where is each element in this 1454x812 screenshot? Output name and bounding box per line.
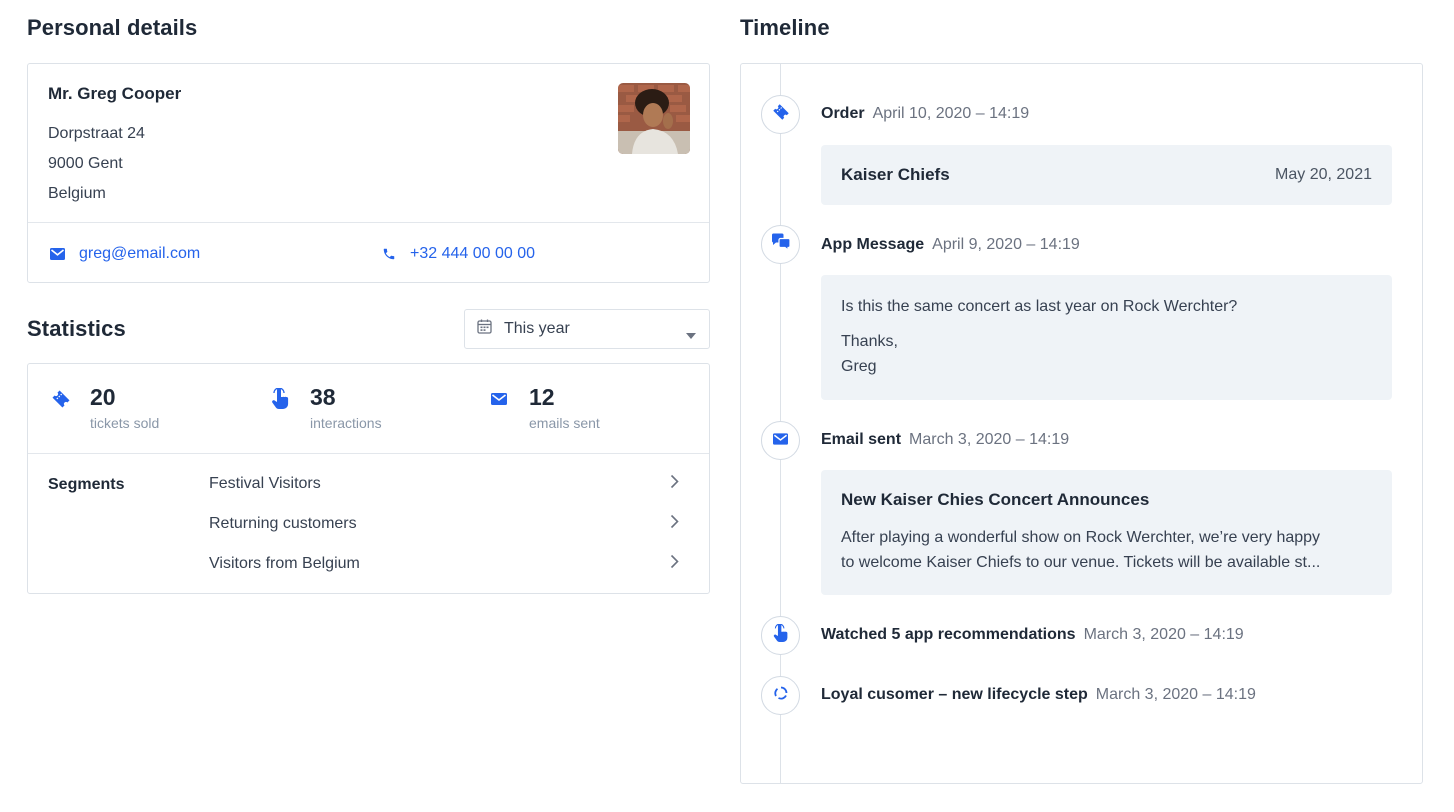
address-street: Dorpstraat 24 <box>48 125 145 142</box>
statistics-card: 20 tickets sold 38 interactions 12 email… <box>27 363 710 594</box>
email-subject: New Kaiser Chies Concert Announces <box>841 490 1150 509</box>
timeline-title: Timeline <box>740 15 830 40</box>
period-select[interactable]: This year <box>464 309 710 349</box>
timeline-node <box>761 616 800 655</box>
event-kind: Order <box>821 105 865 122</box>
stat-value: 38 <box>310 384 336 410</box>
segment-label: Returning customers <box>209 515 357 532</box>
period-value: This year <box>504 320 570 337</box>
tap-icon <box>772 623 789 648</box>
timeline-event-email: Email sent March 3, 2020 – 14:19 <box>821 431 1069 449</box>
timeline-event-lifecycle: Loyal cusomer – new lifecycle step March … <box>821 686 1256 704</box>
tap-icon <box>270 387 290 415</box>
message-line: Thanks, <box>841 333 898 350</box>
event-date: March 3, 2020 – 14:19 <box>1095 686 1256 703</box>
timeline-node <box>761 225 800 264</box>
event-kind: Email sent <box>821 431 902 448</box>
stat-caption: tickets sold <box>90 415 160 431</box>
chevron-right-icon <box>670 514 679 534</box>
stat-value: 20 <box>90 384 116 410</box>
message-line: Greg <box>841 358 877 375</box>
phone-icon <box>382 247 396 261</box>
address-country: Belgium <box>48 185 106 202</box>
mail-icon <box>773 432 788 450</box>
stat-caption: interactions <box>310 415 382 431</box>
segments-title: Segments <box>48 476 125 493</box>
event-date: March 3, 2020 – 14:19 <box>1083 626 1244 643</box>
segment-label: Festival Visitors <box>209 475 321 492</box>
email-box[interactable]: New Kaiser Chies Concert Announces After… <box>821 470 1392 595</box>
timeline-event-order: Order April 10, 2020 – 14:19 <box>821 105 1029 123</box>
calendar-icon <box>477 319 492 339</box>
personal-details-card: Mr. Greg Cooper Dorpstraat 24 9000 Gent … <box>27 63 710 283</box>
chevron-right-icon <box>670 474 679 494</box>
personal-details-title: Personal details <box>27 15 198 40</box>
event-date: April 9, 2020 – 14:19 <box>932 236 1080 253</box>
mail-icon <box>50 248 65 260</box>
event-kind: Loyal cusomer – new lifecycle step <box>821 686 1088 703</box>
divider <box>28 453 709 454</box>
cycle-icon <box>773 685 789 706</box>
phone-number: +32 444 00 00 00 <box>410 245 536 262</box>
chevron-right-icon <box>670 554 679 574</box>
timeline-event-app-message: App Message April 9, 2020 – 14:19 <box>821 236 1080 254</box>
stat-caption: emails sent <box>529 415 600 431</box>
mail-icon <box>491 392 507 410</box>
email-preview-line: to welcome Kaiser Chiefs to our venue. T… <box>841 554 1321 571</box>
avatar <box>618 83 690 154</box>
phone-link[interactable]: +32 444 00 00 00 <box>382 245 535 263</box>
event-date: March 3, 2020 – 14:19 <box>909 431 1070 448</box>
segment-item[interactable]: Returning customers <box>209 512 679 536</box>
event-kind: App Message <box>821 236 925 253</box>
statistics-title: Statistics <box>27 316 126 341</box>
segment-item[interactable]: Visitors from Belgium <box>209 552 679 576</box>
timeline-node <box>761 95 800 134</box>
email-link[interactable]: greg@email.com <box>50 245 200 263</box>
ticket-icon <box>50 388 72 415</box>
event-date: April 10, 2020 – 14:19 <box>872 105 1030 122</box>
divider <box>28 222 709 223</box>
ticket-icon <box>771 102 791 127</box>
address-city: 9000 Gent <box>48 155 123 172</box>
email-address: greg@email.com <box>79 245 201 262</box>
timeline-node <box>761 676 800 715</box>
message-line: Is this the same concert as last year on… <box>841 298 1238 315</box>
stat-value: 12 <box>529 384 555 410</box>
caret-down-icon <box>686 326 696 344</box>
segment-label: Visitors from Belgium <box>209 555 360 572</box>
order-box[interactable]: Kaiser Chiefs May 20, 2021 <box>821 145 1392 205</box>
segment-item[interactable]: Festival Visitors <box>209 472 679 496</box>
email-preview-line: After playing a wonderful show on Rock W… <box>841 529 1321 546</box>
customer-name: Mr. Greg Cooper <box>48 84 182 103</box>
message-box[interactable]: Is this the same concert as last year on… <box>821 275 1392 400</box>
timeline-node <box>761 421 800 460</box>
order-title: Kaiser Chiefs <box>841 165 950 184</box>
chat-icon <box>771 233 791 256</box>
event-kind: Watched 5 app recommendations <box>821 626 1076 643</box>
timeline-event-recommendations: Watched 5 app recommendations March 3, 20… <box>821 626 1244 644</box>
order-date: May 20, 2021 <box>1275 166 1372 183</box>
